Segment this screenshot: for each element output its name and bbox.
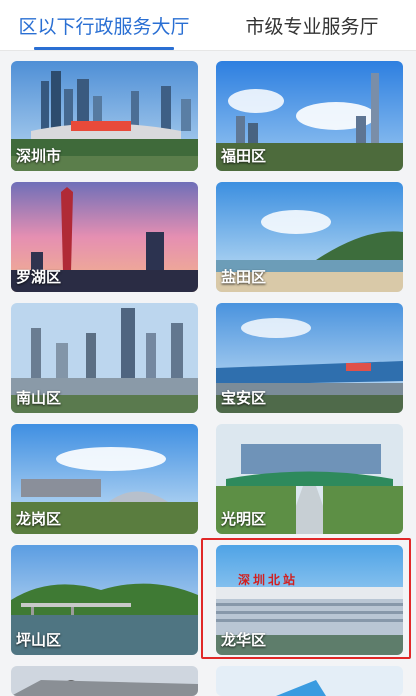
district-label: 光明区	[221, 511, 267, 528]
district-label: 罗湖区	[16, 269, 62, 286]
district-card-pingshan[interactable]: 坪山区	[11, 545, 198, 655]
tab-bar: 区以下行政服务大厅 市级专业服务厅	[0, 0, 416, 51]
district-label: 深圳市	[16, 148, 62, 165]
district-label: 宝安区	[221, 390, 267, 407]
district-label: 福田区	[221, 148, 267, 165]
station-sign: 深圳北站	[238, 573, 299, 587]
district-card-futian[interactable]: 福田区	[216, 61, 403, 171]
district-card-longhua[interactable]: 深圳北站 龙华区	[216, 545, 403, 655]
tab-district-halls[interactable]: 区以下行政服务大厅	[0, 0, 208, 50]
district-card-longgang[interactable]: 龙岗区	[11, 424, 198, 534]
district-grid: 深圳市 福田区 罗湖区 盐田区 南山区 宝安区 龙岗区 光明区 坪山区 深圳北站…	[11, 61, 404, 696]
district-label: 南山区	[16, 390, 62, 407]
district-card-shenzhen[interactable]: 深圳市	[11, 61, 198, 171]
district-card-nanshan[interactable]: 南山区	[11, 303, 198, 413]
district-label: 龙华区	[221, 632, 267, 649]
district-label: 坪山区	[16, 632, 62, 649]
district-card-yantian[interactable]: 盐田区	[216, 182, 403, 292]
district-label: 盐田区	[221, 269, 267, 286]
district-card-baoan[interactable]: 宝安区	[216, 303, 403, 413]
district-card-guangming[interactable]: 光明区	[216, 424, 403, 534]
tab-city-halls[interactable]: 市级专业服务厅	[208, 0, 416, 50]
district-label: 龙岗区	[16, 511, 62, 528]
district-card-luohu[interactable]: 罗湖区	[11, 182, 198, 292]
